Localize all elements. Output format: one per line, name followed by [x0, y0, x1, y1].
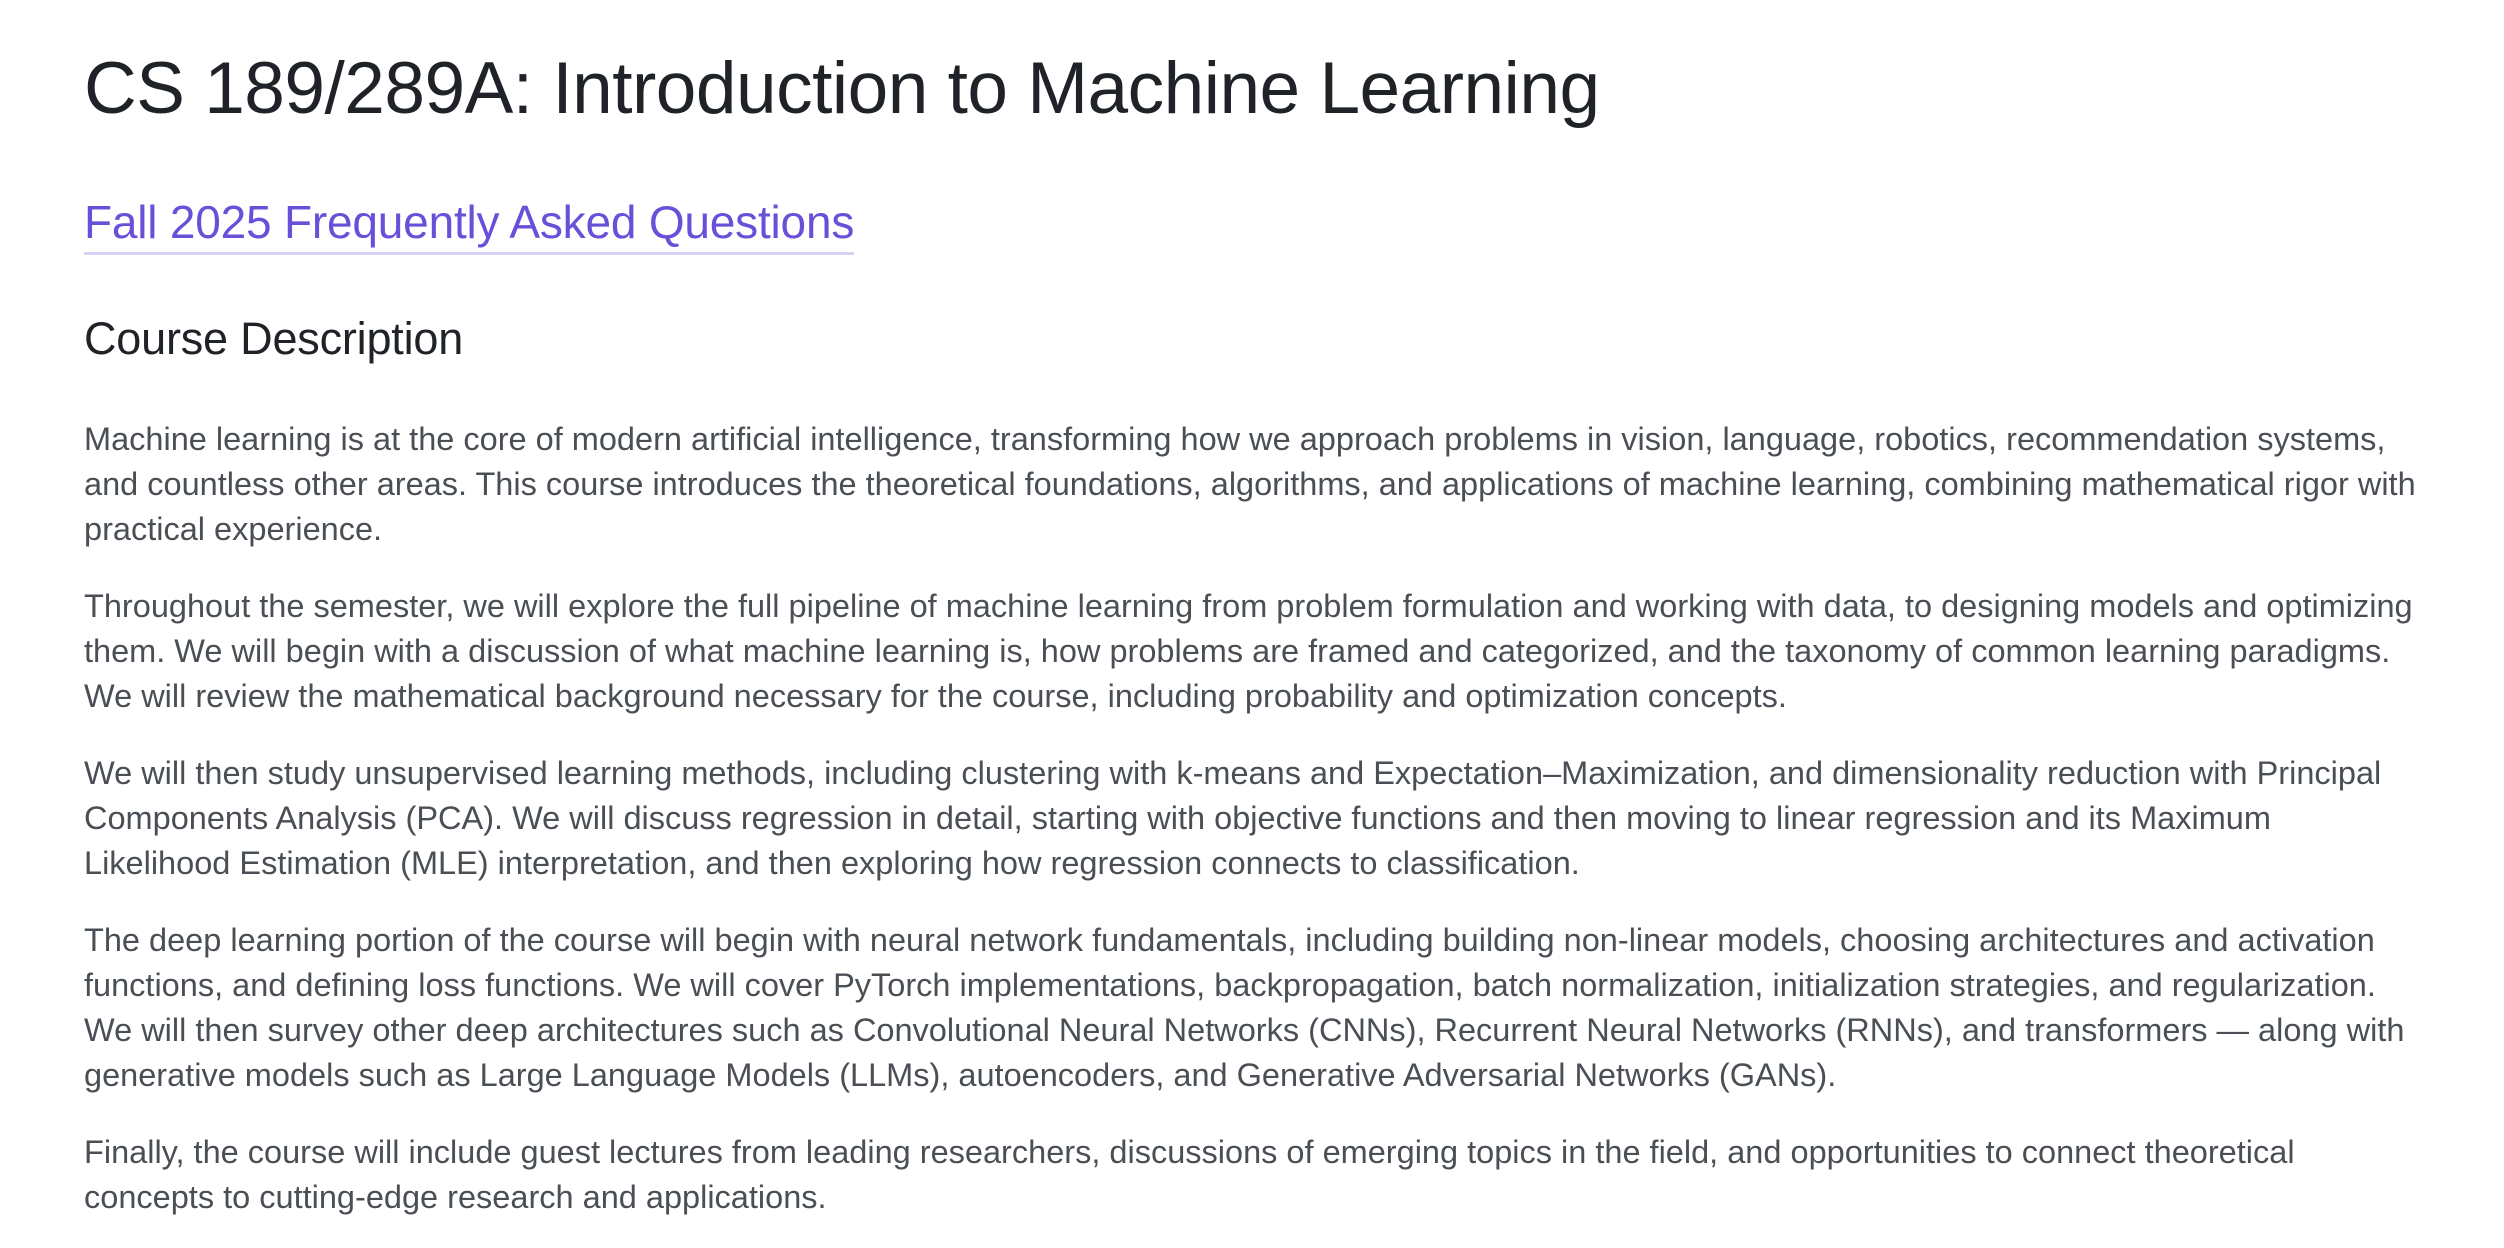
- description-paragraph-5: Finally, the course will include guest l…: [84, 1134, 2295, 1215]
- page-content: CS 189/289A: Introduction to Machine Lea…: [0, 0, 2504, 1248]
- faq-link[interactable]: Fall 2025 Frequently Asked Questions: [84, 194, 854, 255]
- description-paragraph-4: The deep learning portion of the course …: [84, 922, 2405, 1093]
- description-paragraph-1: Machine learning is at the core of moder…: [84, 421, 2416, 547]
- description-paragraph-3: We will then study unsupervised learning…: [84, 755, 2382, 881]
- description-paragraph-2: Throughout the semester, we will explore…: [84, 588, 2413, 714]
- page-title: CS 189/289A: Introduction to Machine Lea…: [84, 48, 1600, 129]
- course-description-heading: Course Description: [84, 313, 464, 364]
